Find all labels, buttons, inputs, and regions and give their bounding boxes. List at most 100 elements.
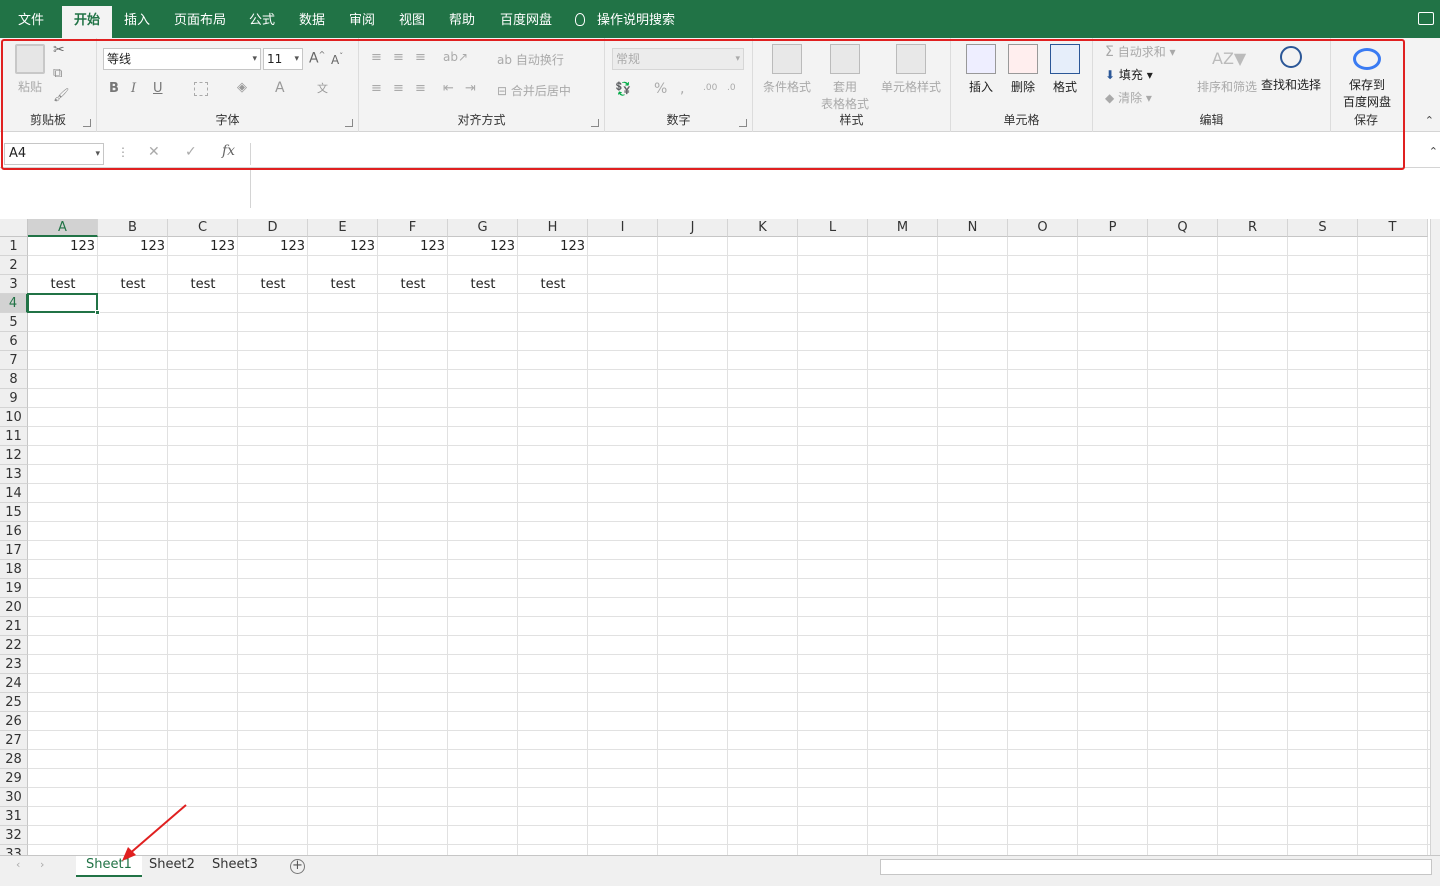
menu-page-layout[interactable]: 页面布局 [162, 8, 238, 38]
row-header-28[interactable]: 28 [0, 750, 28, 769]
find-select-button[interactable]: 查找和选择 [1259, 44, 1323, 93]
fill-button[interactable]: ⬇ 填充 ▾ [1105, 66, 1153, 83]
cut-icon[interactable]: ✂ [53, 42, 65, 58]
format-cells-button[interactable]: 格式 [1047, 44, 1083, 95]
menu-home[interactable]: 开始 [62, 6, 113, 38]
row-header-11[interactable]: 11 [0, 427, 28, 446]
column-header-r[interactable]: R [1218, 219, 1288, 237]
align-top-icon[interactable]: ≡ [371, 50, 382, 65]
expand-formula-icon[interactable]: ⌃ [1429, 145, 1438, 158]
cell-h1[interactable]: 123 [518, 237, 588, 256]
menu-formulas[interactable]: 公式 [237, 8, 287, 38]
column-header-m[interactable]: M [868, 219, 938, 237]
sheet-tab-3[interactable]: Sheet3 [202, 856, 268, 877]
row-header-19[interactable]: 19 [0, 579, 28, 598]
vertical-scrollbar[interactable] [1430, 219, 1440, 855]
enter-icon[interactable]: ✓ [185, 144, 197, 160]
number-launcher-icon[interactable] [739, 119, 747, 127]
menu-baidu-netdisk[interactable]: 百度网盘 [488, 8, 564, 38]
row-header-12[interactable]: 12 [0, 446, 28, 465]
merge-center-button[interactable]: ⊟ 合并后居中 [497, 82, 571, 99]
font-color-icon[interactable]: A [275, 80, 285, 96]
row-header-23[interactable]: 23 [0, 655, 28, 674]
comment-icon[interactable] [1418, 12, 1434, 25]
cell-b1[interactable]: 123 [98, 237, 168, 256]
sheet-tab-1[interactable]: Sheet1 [76, 856, 142, 877]
row-header-30[interactable]: 30 [0, 788, 28, 807]
row-header-20[interactable]: 20 [0, 598, 28, 617]
column-header-d[interactable]: D [238, 219, 308, 237]
column-header-q[interactable]: Q [1148, 219, 1218, 237]
cell-f1[interactable]: 123 [378, 237, 448, 256]
row-header-32[interactable]: 32 [0, 826, 28, 845]
menu-view[interactable]: 视图 [387, 8, 437, 38]
cell-g1[interactable]: 123 [448, 237, 518, 256]
font-launcher-icon[interactable] [345, 119, 353, 127]
cell-c1[interactable]: 123 [168, 237, 238, 256]
select-all-button[interactable] [0, 219, 28, 237]
percent-button[interactable]: % [654, 81, 667, 97]
borders-icon[interactable] [194, 82, 208, 96]
row-header-6[interactable]: 6 [0, 332, 28, 351]
cell-b3[interactable]: test [98, 275, 168, 294]
sheet-tab-2[interactable]: Sheet2 [139, 856, 205, 877]
delete-cells-button[interactable]: 删除 [1005, 44, 1041, 95]
autosum-button[interactable]: Σ 自动求和 ▾ [1105, 43, 1176, 60]
insert-function-icon[interactable]: fx [222, 143, 235, 159]
insert-cells-button[interactable]: 插入 [963, 44, 999, 95]
increase-decimal-icon[interactable]: .00 [703, 83, 717, 93]
cell-e3[interactable]: test [308, 275, 378, 294]
conditional-formatting-button[interactable]: 条件格式 [761, 44, 813, 95]
active-cell[interactable] [27, 293, 98, 313]
underline-button[interactable]: U [153, 81, 163, 96]
column-header-f[interactable]: F [378, 219, 448, 237]
row-header-9[interactable]: 9 [0, 389, 28, 408]
fill-handle[interactable] [95, 310, 100, 315]
column-header-e[interactable]: E [308, 219, 378, 237]
tell-me-search[interactable]: 操作说明搜索 [575, 8, 675, 34]
accounting-icon[interactable]: 💱 [615, 82, 631, 97]
row-header-31[interactable]: 31 [0, 807, 28, 826]
cell-e1[interactable]: 123 [308, 237, 378, 256]
row-header-16[interactable]: 16 [0, 522, 28, 541]
save-to-netdisk-button[interactable]: 保存到 百度网盘 [1339, 44, 1395, 110]
cell-c3[interactable]: test [168, 275, 238, 294]
column-header-t[interactable]: T [1358, 219, 1428, 237]
comma-icon[interactable]: , [680, 81, 684, 97]
menu-file[interactable]: 文件 [6, 8, 56, 38]
decrease-indent-icon[interactable]: ⇤ [443, 81, 454, 96]
row-header-5[interactable]: 5 [0, 313, 28, 332]
cell-d1[interactable]: 123 [238, 237, 308, 256]
clipboard-launcher-icon[interactable] [83, 119, 91, 127]
increase-indent-icon[interactable]: ⇥ [465, 81, 476, 96]
column-header-k[interactable]: K [728, 219, 798, 237]
row-header-13[interactable]: 13 [0, 465, 28, 484]
sort-filter-button[interactable]: AZ▼ 排序和筛选 [1193, 44, 1261, 95]
format-painter-icon[interactable]: 🖌 [53, 88, 70, 103]
column-header-b[interactable]: B [98, 219, 168, 237]
menu-data[interactable]: 数据 [287, 8, 337, 38]
menu-help[interactable]: 帮助 [437, 8, 487, 38]
column-header-p[interactable]: P [1078, 219, 1148, 237]
row-header-29[interactable]: 29 [0, 769, 28, 788]
row-header-8[interactable]: 8 [0, 370, 28, 389]
increase-font-icon[interactable]: A^ [309, 50, 325, 67]
cell-f3[interactable]: test [378, 275, 448, 294]
cell-a3[interactable]: test [28, 275, 98, 294]
column-header-i[interactable]: I [588, 219, 658, 237]
clear-button[interactable]: ◆ 清除 ▾ [1105, 89, 1152, 106]
row-header-15[interactable]: 15 [0, 503, 28, 522]
add-sheet-icon[interactable]: + [290, 859, 305, 874]
font-name-select[interactable]: 等线 ▾ [103, 48, 261, 70]
row-header-25[interactable]: 25 [0, 693, 28, 712]
column-header-a[interactable]: A [28, 219, 98, 237]
column-header-n[interactable]: N [938, 219, 1008, 237]
row-header-2[interactable]: 2 [0, 256, 28, 275]
decrease-font-icon[interactable]: Aˇ [331, 52, 343, 67]
column-header-c[interactable]: C [168, 219, 238, 237]
align-bottom-icon[interactable]: ≡ [415, 50, 426, 65]
row-header-26[interactable]: 26 [0, 712, 28, 731]
align-middle-icon[interactable]: ≡ [393, 50, 404, 65]
menu-insert[interactable]: 插入 [112, 8, 162, 38]
align-left-icon[interactable]: ≡ [371, 81, 382, 96]
